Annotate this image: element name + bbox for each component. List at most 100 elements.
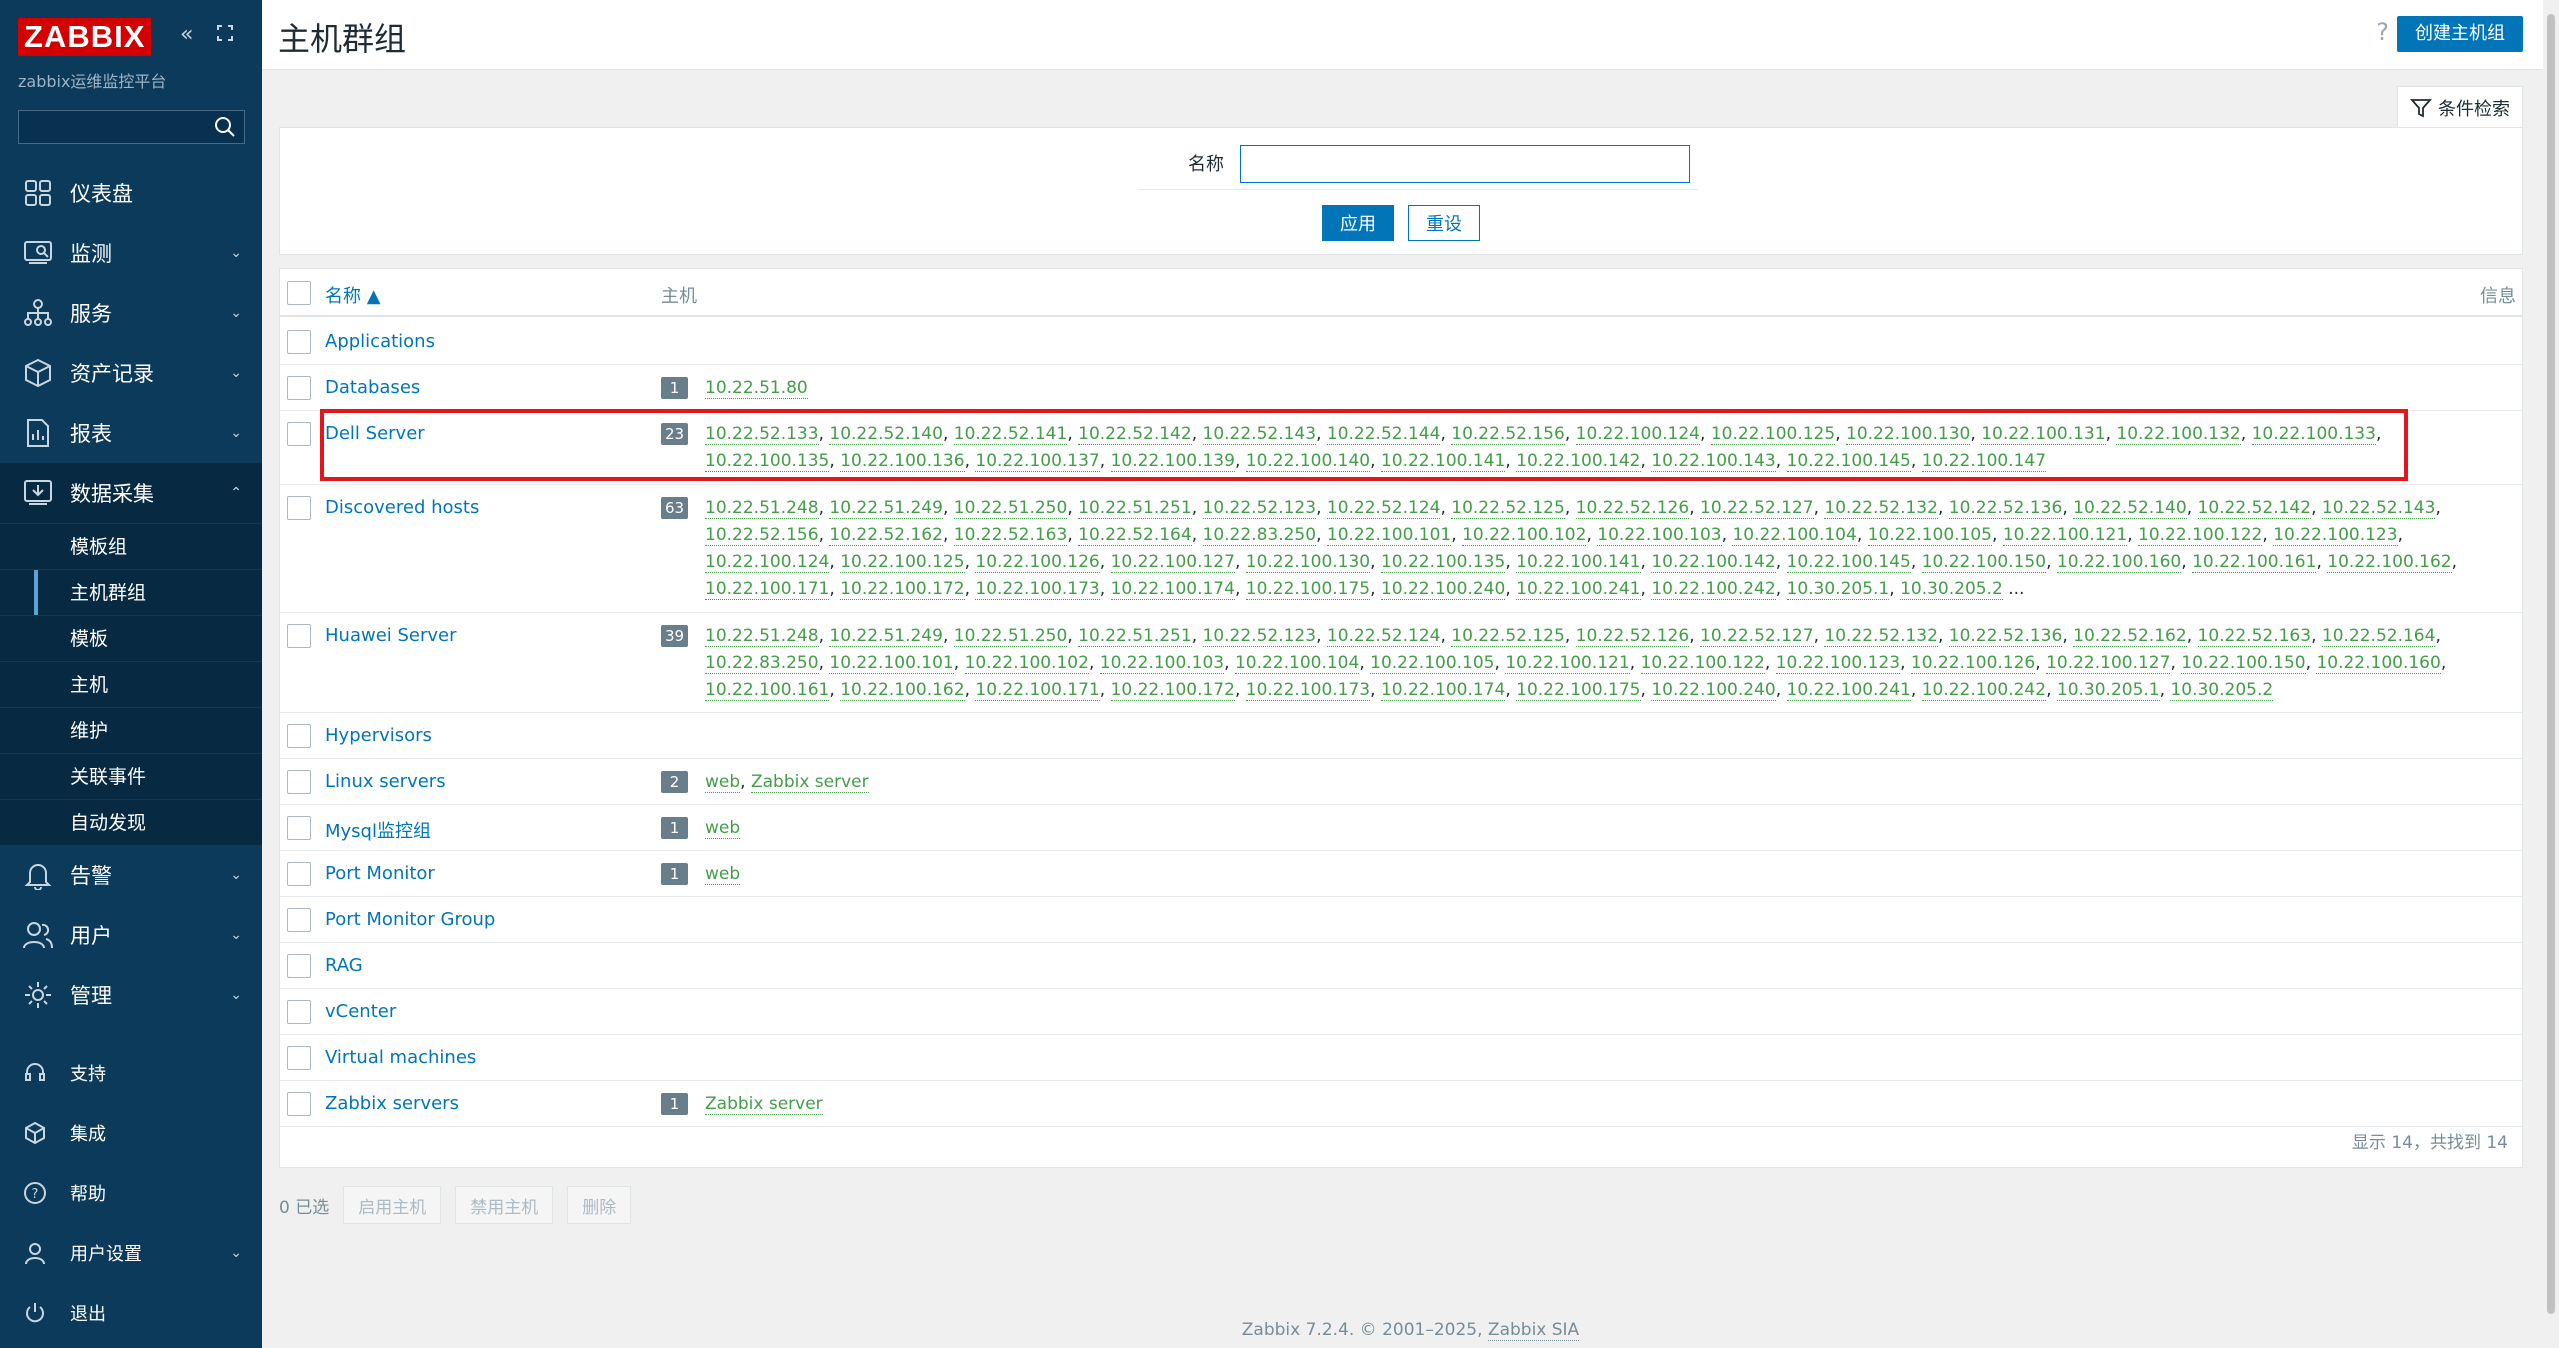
host-link[interactable]: 10.30.205.2 bbox=[1900, 579, 2003, 600]
row-checkbox[interactable] bbox=[287, 724, 311, 748]
host-link[interactable]: 10.22.52.136 bbox=[1948, 626, 2063, 647]
collapse-sidebar-icon[interactable]: « bbox=[180, 22, 193, 47]
submenu-host-groups[interactable]: 主机群组 bbox=[0, 569, 262, 616]
nav-dashboard[interactable]: 仪表盘 bbox=[0, 163, 262, 223]
host-link[interactable]: 10.22.100.175 bbox=[1245, 579, 1371, 600]
group-name-link[interactable]: Mysql监控组 bbox=[325, 817, 431, 843]
nav-support[interactable]: 支持 bbox=[0, 1043, 262, 1103]
nav-help[interactable]: ? 帮助 bbox=[0, 1163, 262, 1223]
column-name-sort[interactable]: 名称 ▲ bbox=[325, 282, 381, 308]
host-link[interactable]: 10.22.52.127 bbox=[1700, 498, 1814, 519]
host-link[interactable]: 10.22.100.124 bbox=[705, 552, 830, 573]
delete-button[interactable]: 删除 bbox=[567, 1186, 632, 1224]
host-link[interactable]: 10.22.100.242 bbox=[1921, 680, 2047, 701]
host-link[interactable]: Zabbix server bbox=[750, 772, 869, 793]
submenu-discovery[interactable]: 自动发现 bbox=[0, 799, 262, 845]
host-link[interactable]: 10.22.52.156 bbox=[705, 525, 819, 546]
host-link[interactable]: 10.22.51.250 bbox=[953, 498, 1068, 519]
host-link[interactable]: 10.22.100.127 bbox=[2046, 653, 2171, 674]
host-link[interactable]: 10.22.100.126 bbox=[1910, 653, 2036, 674]
disable-hosts-button[interactable]: 禁用主机 bbox=[455, 1186, 554, 1224]
host-link[interactable]: 10.22.100.101 bbox=[829, 653, 954, 674]
host-link[interactable]: 10.22.100.174 bbox=[1110, 579, 1235, 600]
submenu-templates[interactable]: 模板 bbox=[0, 615, 262, 661]
kiosk-mode-icon[interactable] bbox=[214, 22, 236, 50]
host-link[interactable]: 10.22.100.125 bbox=[840, 552, 965, 573]
nav-services[interactable]: 服务 ⌄ bbox=[0, 283, 262, 343]
host-link[interactable]: 10.22.52.127 bbox=[1700, 626, 1814, 647]
page-scrollbar[interactable] bbox=[2543, 0, 2559, 1348]
group-name-link[interactable]: vCenter bbox=[325, 1001, 396, 1022]
host-count-badge[interactable]: 1 bbox=[661, 1093, 688, 1115]
host-link[interactable]: 10.22.100.121 bbox=[1505, 653, 1630, 674]
host-count-badge[interactable]: 1 bbox=[661, 863, 688, 885]
host-link[interactable]: 10.22.52.125 bbox=[1451, 626, 1565, 647]
nav-integrations[interactable]: 集成 bbox=[0, 1103, 262, 1163]
host-link[interactable]: 10.22.100.123 bbox=[1775, 653, 1901, 674]
row-checkbox[interactable] bbox=[287, 862, 311, 886]
nav-sign-out[interactable]: 退出 bbox=[0, 1283, 262, 1343]
host-link[interactable]: web bbox=[705, 818, 741, 839]
host-link[interactable]: 10.22.100.121 bbox=[2002, 525, 2128, 546]
host-link[interactable]: 10.22.100.173 bbox=[975, 579, 1100, 600]
host-link[interactable]: 10.22.100.242 bbox=[1651, 579, 1776, 600]
nav-administration[interactable]: 管理 ⌄ bbox=[0, 965, 262, 1025]
host-link[interactable]: 10.22.100.241 bbox=[1516, 579, 1641, 600]
host-link[interactable]: 10.22.51.251 bbox=[1078, 626, 1192, 647]
host-link[interactable]: 10.22.52.132 bbox=[1824, 498, 1938, 519]
host-link[interactable]: 10.22.52.123 bbox=[1202, 626, 1317, 647]
host-link[interactable]: 10.22.100.160 bbox=[2316, 653, 2441, 674]
host-link[interactable]: 10.22.52.163 bbox=[953, 525, 1068, 546]
group-name-link[interactable]: Applications bbox=[325, 331, 435, 352]
host-link[interactable]: 10.22.100.102 bbox=[964, 653, 1089, 674]
host-link[interactable]: 10.22.100.130 bbox=[1245, 552, 1371, 573]
row-checkbox[interactable] bbox=[287, 908, 311, 932]
group-name-link[interactable]: Port Monitor bbox=[325, 863, 435, 884]
select-all-checkbox[interactable] bbox=[287, 281, 311, 305]
host-link[interactable]: 10.22.52.163 bbox=[2197, 626, 2312, 647]
search-icon[interactable] bbox=[212, 114, 238, 140]
row-checkbox[interactable] bbox=[287, 816, 311, 840]
host-link[interactable]: Zabbix server bbox=[705, 1094, 823, 1115]
host-link[interactable]: 10.22.51.248 bbox=[705, 498, 819, 519]
host-link[interactable]: 10.30.205.1 bbox=[2056, 680, 2160, 701]
host-link[interactable]: 10.22.100.171 bbox=[975, 680, 1100, 701]
host-link[interactable]: 10.22.100.103 bbox=[1099, 653, 1225, 674]
host-link[interactable]: 10.22.100.150 bbox=[2181, 653, 2306, 674]
row-checkbox[interactable] bbox=[287, 1092, 311, 1116]
scrollbar-thumb[interactable] bbox=[2547, 14, 2555, 1314]
row-checkbox[interactable] bbox=[287, 496, 311, 520]
row-checkbox[interactable] bbox=[287, 954, 311, 978]
host-link[interactable]: 10.22.52.136 bbox=[1948, 498, 2063, 519]
group-name-link[interactable]: Zabbix servers bbox=[325, 1093, 459, 1114]
row-checkbox[interactable] bbox=[287, 1000, 311, 1024]
host-link[interactable]: 10.22.100.103 bbox=[1597, 525, 1722, 546]
row-checkbox[interactable] bbox=[287, 770, 311, 794]
name-filter-input[interactable] bbox=[1240, 145, 1690, 183]
group-name-link[interactable]: Port Monitor Group bbox=[325, 909, 495, 930]
host-link[interactable]: 10.22.100.122 bbox=[2138, 525, 2263, 546]
host-link[interactable]: 10.22.52.124 bbox=[1326, 626, 1441, 647]
row-checkbox[interactable] bbox=[287, 1046, 311, 1070]
host-link[interactable]: 10.22.100.142 bbox=[1651, 552, 1776, 573]
nav-reports[interactable]: 报表 ⌄ bbox=[0, 403, 262, 463]
filter-tab[interactable]: 条件检索 bbox=[2397, 86, 2523, 128]
create-host-group-button[interactable]: 创建主机组 bbox=[2397, 16, 2523, 52]
nav-monitoring[interactable]: 监测 ⌄ bbox=[0, 223, 262, 283]
group-name-link[interactable]: Hypervisors bbox=[325, 725, 432, 746]
host-link[interactable]: 10.22.52.123 bbox=[1202, 498, 1317, 519]
host-link[interactable]: 10.22.83.250 bbox=[705, 653, 819, 674]
host-link[interactable]: 10.22.100.101 bbox=[1326, 525, 1452, 546]
group-name-link[interactable]: Virtual machines bbox=[325, 1047, 476, 1068]
group-name-link[interactable]: RAG bbox=[325, 955, 363, 976]
submenu-maintenance[interactable]: 维护 bbox=[0, 707, 262, 753]
host-link[interactable]: 10.22.51.251 bbox=[1078, 498, 1192, 519]
submenu-hosts[interactable]: 主机 bbox=[0, 661, 262, 707]
host-link[interactable]: 10.22.100.175 bbox=[1516, 680, 1641, 701]
host-count-badge[interactable]: 1 bbox=[661, 817, 688, 839]
group-name-link[interactable]: Databases bbox=[325, 377, 420, 398]
row-checkbox[interactable] bbox=[287, 422, 311, 446]
host-link[interactable]: 10.22.100.105 bbox=[1867, 525, 1992, 546]
host-link[interactable]: 10.22.51.249 bbox=[829, 498, 943, 519]
enable-hosts-button[interactable]: 启用主机 bbox=[343, 1186, 442, 1224]
